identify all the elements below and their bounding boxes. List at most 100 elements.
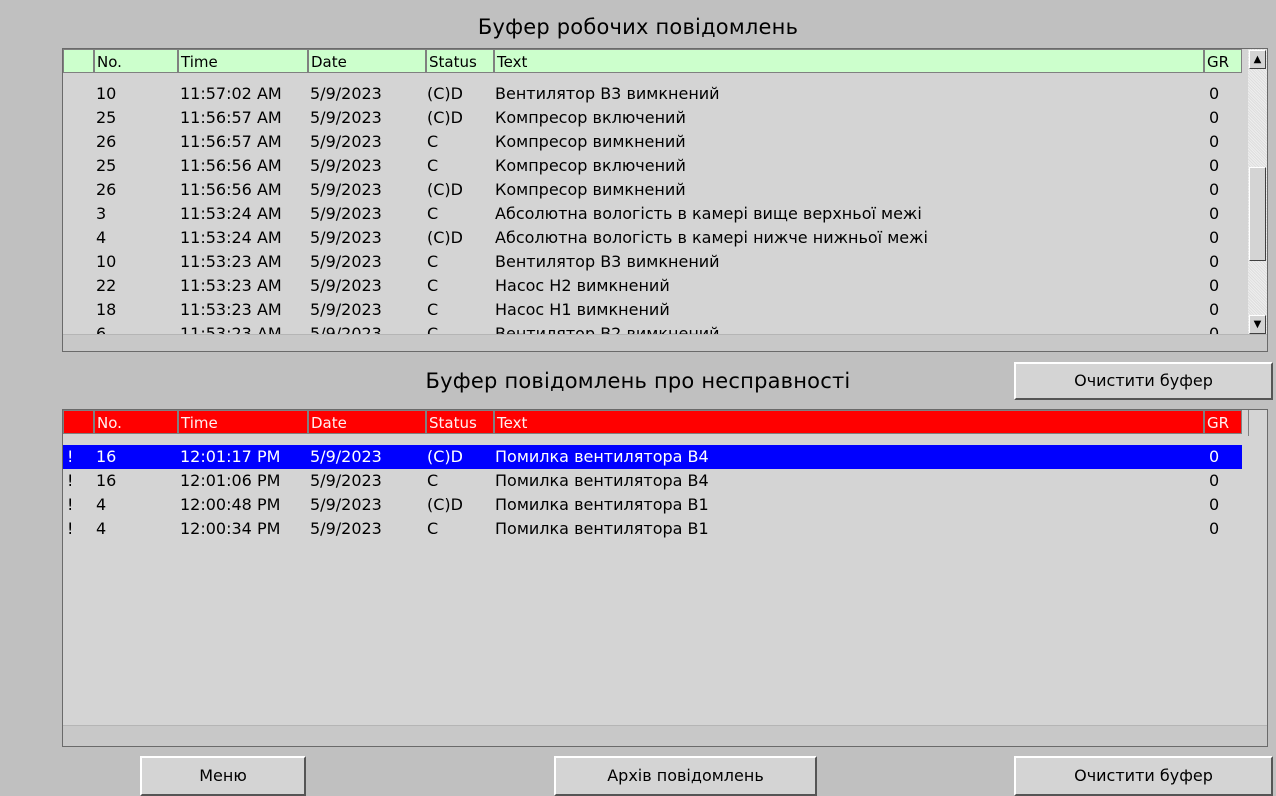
row-time: 12:00:34 PM [180,519,281,538]
row-time: 11:56:57 AM [180,132,282,151]
row-time: 11:56:56 AM [180,180,282,199]
row-date: 5/9/2023 [310,495,382,514]
column-header-mark[interactable] [63,410,94,434]
row-status: C [427,300,439,319]
column-header-no[interactable]: No. [94,410,178,434]
row-number: 10 [96,84,117,103]
row-status: (C)D [427,228,463,247]
scroll-up-icon[interactable]: ▲ [1249,50,1266,69]
row-mark [63,178,94,202]
row-time: 12:01:17 PM [180,447,281,466]
row-text: Помилка вентилятора В4 [495,471,709,490]
row-date: 5/9/2023 [310,204,382,223]
row-mark [63,226,94,250]
row-date: 5/9/2023 [310,132,382,151]
message-archive-button[interactable]: Архів повідомлень [554,756,817,796]
row-number: 22 [96,276,117,295]
row-gr: 0 [1209,519,1220,538]
column-header-date[interactable]: Date [308,49,426,73]
row-status: C [427,156,439,175]
table-row[interactable]: ! 4 12:00:48 PM 5/9/2023 (C)D Помилка вентиля… [63,493,1242,517]
row-status: C [427,132,439,151]
column-header-gr[interactable]: GR [1204,410,1242,434]
row-time: 11:53:23 AM [180,276,282,295]
row-number: 26 [96,132,117,151]
row-status: C [427,519,439,538]
table-row[interactable]: 10 11:53:23 AM 5/9/2023 C Вентилятор В3 вимк… [63,250,1242,274]
row-mark [63,202,94,226]
table-row[interactable]: ! 4 12:00:34 PM 5/9/2023 C Помилка вентилятор… [63,517,1242,541]
row-text: Компресор вимкнений [495,132,686,151]
row-mark: ! [67,495,74,514]
row-gr: 0 [1209,180,1220,199]
table-row[interactable]: 10 11:57:02 AM 5/9/2023 (C)D Вентилятор В3 в… [63,82,1242,106]
row-number: 4 [96,519,107,538]
row-mark [63,106,94,130]
column-header-status[interactable]: Status [426,410,494,434]
row-gr: 0 [1209,447,1220,466]
row-gr: 0 [1209,495,1220,514]
column-header-gr[interactable]: GR [1204,49,1242,73]
column-header-time[interactable]: Time [178,49,308,73]
working-table-header: No. Time Date Status Text GR [63,49,1242,75]
column-header-mark[interactable] [63,49,94,73]
column-header-no[interactable]: No. [94,49,178,73]
column-header-text[interactable]: Text [494,410,1204,434]
column-header-time[interactable]: Time [178,410,308,434]
row-date: 5/9/2023 [310,276,382,295]
row-mark [63,298,94,322]
row-gr: 0 [1209,300,1220,319]
row-number: 26 [96,180,117,199]
row-gr: 0 [1209,228,1220,247]
row-number: 3 [96,204,107,223]
row-text: Насос Н1 вимкнений [495,300,670,319]
working-buffer-table[interactable]: No. Time Date Status Text GR 10 11:57:02 … [62,48,1268,352]
fault-buffer-table[interactable]: No. Time Date Status Text GR ! 16 12:01:17… [62,409,1268,747]
row-mark [63,250,94,274]
row-time: 11:53:24 AM [180,204,282,223]
table-row[interactable]: 25 11:56:57 AM 5/9/2023 (C)D Компресор включ… [63,106,1242,130]
working-vertical-scrollbar[interactable]: ▲ ▼ [1248,49,1267,335]
row-number: 16 [96,447,117,466]
menu-button[interactable]: Меню [140,756,306,796]
row-status: C [427,252,439,271]
row-gr: 0 [1209,471,1220,490]
fault-horizontal-scrollbar[interactable] [63,725,1267,746]
row-gr: 0 [1209,276,1220,295]
row-date: 5/9/2023 [310,471,382,490]
column-header-date[interactable]: Date [308,410,426,434]
row-date: 5/9/2023 [310,519,382,538]
column-header-status[interactable]: Status [426,49,494,73]
working-horizontal-scrollbar[interactable] [63,334,1267,351]
scroll-thumb[interactable] [1249,167,1266,261]
row-date: 5/9/2023 [310,252,382,271]
header-corner [1248,410,1267,436]
row-text: Абсолютна вологість в камері нижче нижнь… [495,228,928,247]
table-row[interactable]: 4 11:53:24 AM 5/9/2023 (C)D Абсолютна вологі… [63,226,1242,250]
working-buffer-title: Буфер робочих повідомлень [477,15,799,39]
row-gr: 0 [1209,156,1220,175]
row-status: (C)D [427,180,463,199]
clear-buffer-button[interactable]: Очистити буфер [1014,756,1273,796]
table-row[interactable]: 3 11:53:24 AM 5/9/2023 C Абсолютна вологість… [63,202,1242,226]
row-mark: ! [67,471,74,490]
row-status: C [427,204,439,223]
row-time: 11:57:02 AM [180,84,282,103]
row-gr: 0 [1209,108,1220,127]
table-row[interactable]: ! 16 12:01:17 PM 5/9/2023 (C)D Помилка вентил… [63,445,1242,469]
table-row[interactable]: 26 11:56:57 AM 5/9/2023 C Компресор вимкнени… [63,130,1242,154]
table-row[interactable]: 26 11:56:56 AM 5/9/2023 (C)D Компресор вимкн… [63,178,1242,202]
table-row[interactable]: 25 11:56:56 AM 5/9/2023 C Компресор включени… [63,154,1242,178]
clear-fault-buffer-button[interactable]: Очистити буфер [1014,362,1273,400]
table-row[interactable]: ! 16 12:01:06 PM 5/9/2023 C Помилка вентилято… [63,469,1242,493]
column-header-text[interactable]: Text [494,49,1204,73]
fault-table-header: No. Time Date Status Text GR [63,410,1242,436]
table-row[interactable]: 22 11:53:23 AM 5/9/2023 C Насос Н2 вимкнений… [63,274,1242,298]
row-number: 25 [96,156,117,175]
fault-table-body: ! 16 12:01:17 PM 5/9/2023 (C)D Помилка вентил… [63,445,1242,541]
scroll-down-icon[interactable]: ▼ [1249,315,1266,334]
row-number: 10 [96,252,117,271]
table-row[interactable]: 18 11:53:23 AM 5/9/2023 C Насос Н1 вимкнений… [63,298,1242,322]
row-number: 4 [96,228,107,247]
row-number: 18 [96,300,117,319]
